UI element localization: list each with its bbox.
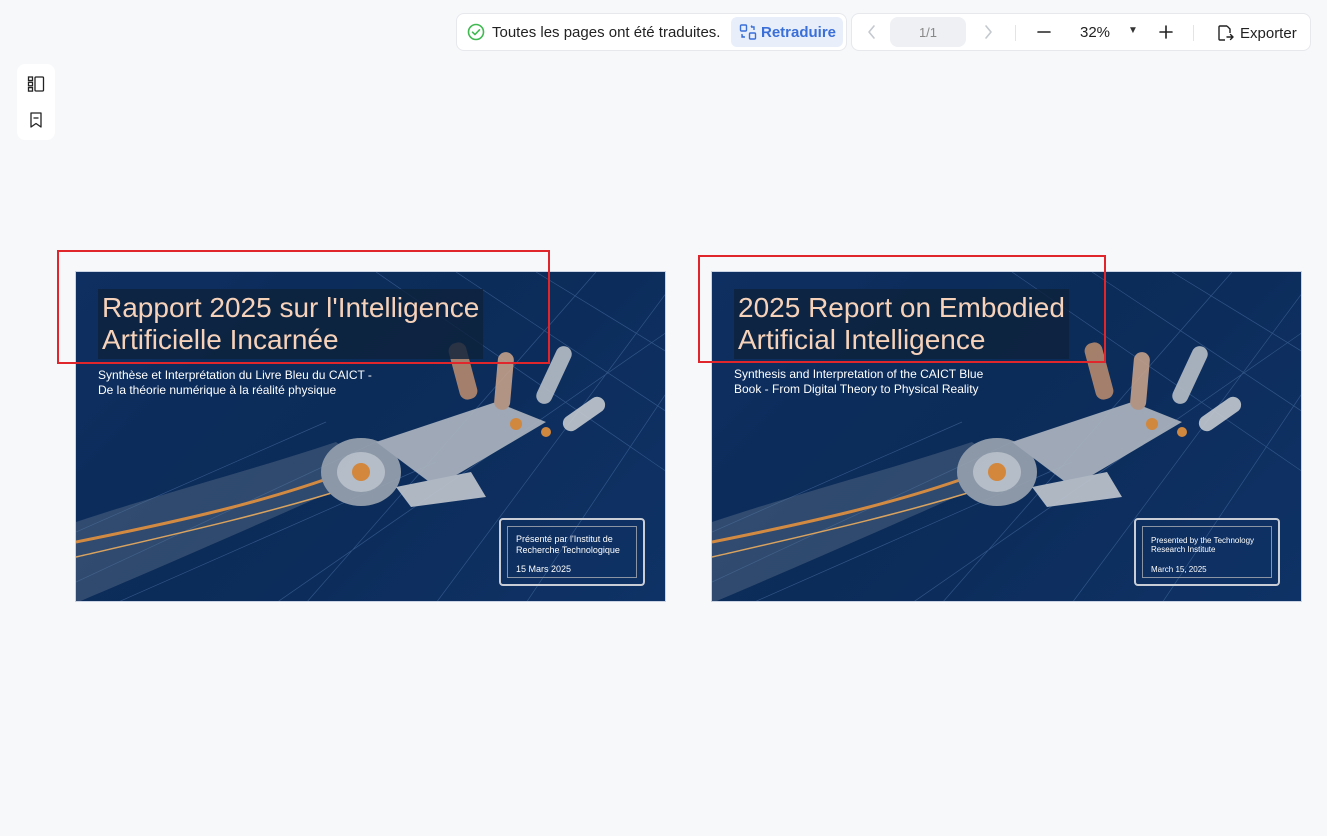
toolbar-divider [1015, 25, 1016, 41]
translate-icon [739, 23, 757, 41]
slide-subtitle: Synthèse et Interprétation du Livre Bleu… [98, 368, 372, 397]
side-panel [17, 64, 55, 140]
original-slide: Rapport 2025 sur l'Intelligence Artifici… [75, 271, 666, 602]
presentation-date: March 15, 2025 [1151, 565, 1207, 574]
slide-title: Rapport 2025 sur l'Intelligence Artifici… [102, 292, 480, 355]
check-circle-icon [467, 23, 485, 41]
export-button[interactable]: Exporter [1216, 22, 1297, 44]
slide-title: 2025 Report on Embodied Artificial Intel… [738, 292, 1065, 355]
zoom-dropdown-caret-icon[interactable]: ▼ [1128, 25, 1138, 36]
thumbnails-button[interactable] [26, 74, 46, 94]
presenter-text: Presented by the Technology Research Ins… [1151, 536, 1255, 554]
page-number-input[interactable]: 1/1 [890, 17, 966, 47]
zoom-out-button[interactable] [1034, 22, 1054, 42]
slide-title-box: 2025 Report on Embodied Artificial Intel… [734, 289, 1069, 359]
thumbnails-icon [27, 75, 45, 93]
slide-subtitle: Synthesis and Interpretation of the CAIC… [734, 367, 984, 396]
minus-icon [1036, 24, 1052, 40]
next-page-button[interactable] [978, 22, 998, 42]
export-label: Exporter [1240, 24, 1297, 42]
presenter-text: Présenté par l'Institut de Recherche Tec… [516, 534, 620, 555]
plus-icon [1158, 24, 1174, 40]
status-text: Toutes les pages ont été traduites. [492, 23, 721, 41]
chevron-right-icon [982, 24, 994, 40]
retranslate-label: Retraduire [761, 23, 837, 41]
slide-title-box: Rapport 2025 sur l'Intelligence Artifici… [98, 289, 484, 359]
export-icon [1216, 24, 1234, 42]
chevron-left-icon [866, 24, 878, 40]
prev-page-button[interactable] [862, 22, 882, 42]
presenter-info-box: Presented by the Technology Research Ins… [1134, 518, 1280, 586]
viewer-toolbar: 1/1 32% ▼ Exporter [851, 13, 1311, 51]
translated-slide: 2025 Report on Embodied Artificial Intel… [711, 271, 1302, 602]
toolbar-divider [1193, 25, 1194, 41]
zoom-level[interactable]: 32% [1080, 24, 1110, 41]
presentation-date: 15 Mars 2025 [516, 564, 572, 574]
presenter-info-box: Présenté par l'Institut de Recherche Tec… [499, 518, 645, 586]
translation-status-bar: Toutes les pages ont été traduites. Retr… [456, 13, 847, 51]
bookmarks-button[interactable] [26, 110, 46, 130]
retranslate-button[interactable]: Retraduire [731, 17, 843, 47]
bookmark-icon [27, 111, 45, 129]
zoom-in-button[interactable] [1156, 22, 1176, 42]
